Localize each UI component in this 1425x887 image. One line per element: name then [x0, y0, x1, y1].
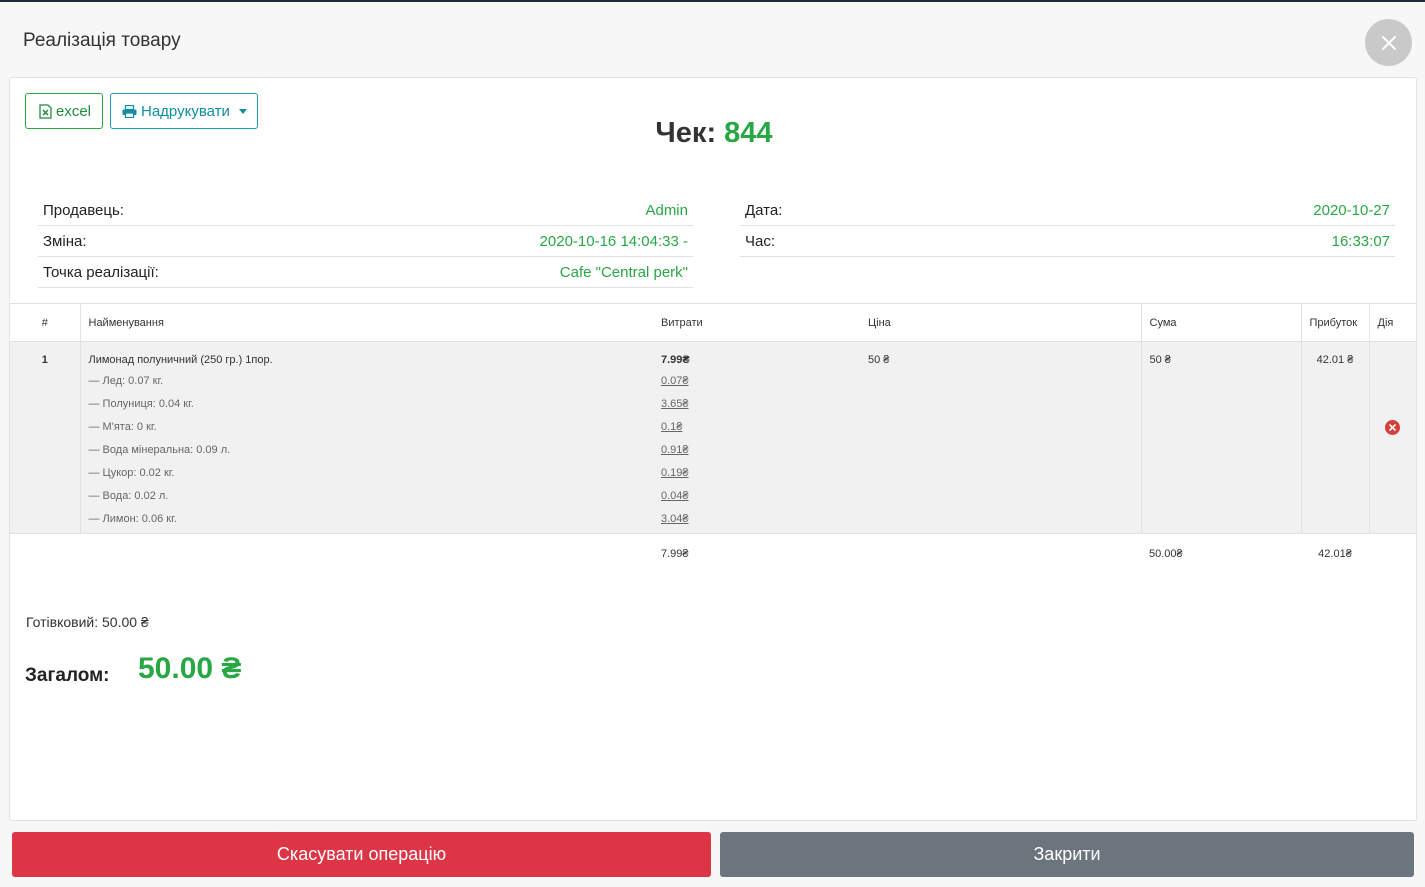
ingredient-item: — Вода: 0.02 л. — [88, 490, 169, 502]
remove-item-button[interactable] — [1385, 420, 1401, 435]
item-cost: 7.99₴ — [661, 354, 690, 366]
info-row-time: Час: 16:33:07 — [740, 226, 1395, 257]
item-sum: 50 ₴ — [1140, 341, 1301, 534]
ingredient-item: — Лед: 0.07 кг. — [88, 375, 164, 387]
close-icon — [1381, 35, 1396, 50]
total-value: 50.00 ₴ — [138, 652, 242, 685]
receipt-card: excel Надрукувати Чек: 844 Продавець: Ad… — [9, 77, 1417, 821]
remove-icon — [1389, 424, 1397, 431]
info-row-sale-point: Точка реалізації: Cafe "Central perk" — [38, 257, 693, 288]
column-header: Ціна — [860, 303, 1141, 342]
info-value: Admin — [645, 201, 688, 219]
column-header: Витрати — [653, 303, 860, 342]
cash-payment: Готівковий: 50.00 ₴ — [26, 614, 149, 630]
total-profit: 42.01₴ — [1318, 547, 1352, 560]
info-value: 2020-10-16 14:04:33 - — [539, 232, 688, 250]
ingredient-item: — Полуниця: 0.04 кг. — [88, 398, 194, 410]
modal-title: Реалізація товару — [23, 30, 181, 51]
ingredient-cost-link[interactable]: 0.91₴ — [661, 444, 852, 467]
ingredient-cost-link[interactable]: 0.19₴ — [661, 467, 852, 490]
info-row-shift: Зміна: 2020-10-16 14:04:33 - — [38, 226, 693, 257]
info-label: Час: — [745, 232, 776, 250]
column-header: Найменування — [79, 303, 653, 342]
table-row: 1 Лимонад полуничний (250 гр.) 1пор. — Л… — [10, 341, 1416, 534]
printer-icon — [122, 104, 137, 118]
info-value: 16:33:07 — [1331, 232, 1390, 250]
action-cell — [1368, 341, 1416, 534]
total-label: Загалом: — [25, 665, 110, 686]
ingredient-cost-link[interactable]: 0.07₴ — [661, 375, 852, 398]
ingredient-item: — Цукор: 0.02 кг. — [88, 467, 175, 479]
info-label: Точка реалізації: — [43, 263, 159, 281]
info-label: Продавець: — [43, 201, 124, 219]
receipt-info-right: Дата: 2020-10-27 Час: 16:33:07 — [740, 195, 1395, 257]
info-value: 2020-10-27 — [1313, 201, 1390, 219]
info-label: Дата: — [745, 201, 783, 219]
items-table: # Найменування Витрати Ціна Сума Прибуто… — [10, 303, 1416, 574]
ingredient-item: — Вода мінеральна: 0.09 л. — [88, 444, 231, 456]
table-header-row: # Найменування Витрати Ціна Сума Прибуто… — [10, 303, 1416, 342]
item-name: Лимонад полуничний (250 гр.) 1пор. — [88, 354, 273, 366]
receipt-title: Чек: 844 — [10, 117, 1418, 150]
receipt-info-left: Продавець: Admin Зміна: 2020-10-16 14:04… — [38, 195, 693, 288]
column-header: Прибуток — [1300, 303, 1369, 342]
ingredient-cost-link[interactable]: 3.65₴ — [661, 398, 852, 421]
receipt-label: Чек: — [655, 117, 717, 149]
modal-header: Реалізація товару — [0, 2, 1425, 77]
info-row-date: Дата: 2020-10-27 — [740, 195, 1395, 226]
chevron-down-icon — [238, 108, 247, 114]
row-index: 1 — [10, 341, 80, 534]
ingredient-cost-link[interactable]: 3.04₴ — [661, 513, 852, 525]
info-value: Cafe "Central perk" — [559, 263, 688, 281]
item-profit: 42.01 ₴ — [1300, 341, 1369, 534]
ingredient-cost-link[interactable]: 0.04₴ — [661, 490, 852, 513]
ingredient-cost-link[interactable]: 0.1₴ — [661, 421, 852, 444]
column-header: Сума — [1140, 303, 1301, 342]
item-cost-cell: 7.99₴ 0.07₴ 3.65₴ 0.1₴ 0.91₴ 0.19₴ 0.04₴… — [653, 341, 860, 534]
close-button[interactable] — [1365, 19, 1412, 66]
info-label: Зміна: — [43, 232, 87, 250]
column-header: # — [10, 303, 80, 342]
totals-row: 7.99₴ 50.00₴ 42.01₴ — [10, 534, 1416, 574]
ingredient-item: — Лимон: 0.06 кг. — [88, 513, 177, 525]
receipt-number: 844 — [724, 117, 773, 149]
info-row-seller: Продавець: Admin — [38, 195, 693, 226]
item-price: 50 ₴ — [860, 341, 1141, 534]
total-sum: 50.00₴ — [1149, 547, 1183, 560]
total-cost: 7.99₴ — [661, 547, 689, 560]
item-name-cell: Лимонад полуничний (250 гр.) 1пор. — Лед… — [79, 341, 653, 534]
close-modal-button[interactable]: Закрити — [720, 832, 1414, 877]
ingredient-item: — М'ята: 0 кг. — [88, 421, 157, 433]
column-header: Дія — [1368, 303, 1416, 342]
cancel-operation-button[interactable]: Скасувати операцію — [12, 832, 711, 877]
